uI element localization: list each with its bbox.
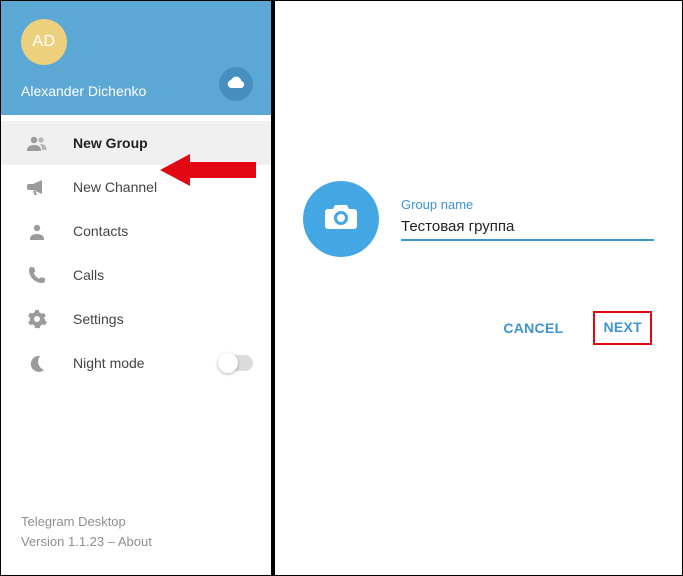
sidebar-item-new-group[interactable]: New Group [1,121,271,165]
sidebar-item-label: Calls [73,267,104,283]
sidebar-item-night-mode[interactable]: Night mode [1,341,271,385]
sidebar-footer: Telegram Desktop Version 1.1.23 – About [1,512,271,575]
megaphone-icon [25,175,49,199]
sidebar-item-label: New Group [73,135,148,151]
sidebar-item-label: New Channel [73,179,157,195]
dialog-actions: CANCEL NEXT [303,311,654,345]
group-name-field-wrap: Group name [401,197,654,241]
phone-icon [25,263,49,287]
sidebar-item-settings[interactable]: Settings [1,297,271,341]
sidebar-header: AD Alexander Dichenko [1,1,271,115]
sidebar-item-new-channel[interactable]: New Channel [1,165,271,209]
group-photo-button[interactable] [303,181,379,257]
sidebar-item-label: Night mode [73,355,145,371]
next-button[interactable]: NEXT [603,319,642,335]
sidebar-item-contacts[interactable]: Contacts [1,209,271,253]
annotation-next-highlight: NEXT [593,311,652,345]
saved-messages-button[interactable] [219,67,253,101]
group-name-label: Group name [401,197,654,212]
cloud-icon [226,75,246,94]
main-pane: Group name CANCEL NEXT [271,1,682,575]
user-name: Alexander Dichenko [21,83,251,99]
sidebar-item-label: Settings [73,311,124,327]
sidebar: AD Alexander Dichenko New Group New Ch [1,1,271,575]
contact-icon [25,219,49,243]
footer-version[interactable]: Version 1.1.23 – About [21,532,251,552]
new-group-dialog: Group name CANCEL NEXT [275,181,682,345]
group-name-input[interactable] [401,214,654,241]
sidebar-item-calls[interactable]: Calls [1,253,271,297]
night-mode-toggle[interactable] [219,355,253,371]
avatar-initials: AD [32,33,55,51]
gear-icon [25,307,49,331]
sidebar-item-label: Contacts [73,223,128,239]
sidebar-menu: New Group New Channel Contacts Calls [1,115,271,385]
moon-icon [25,351,49,375]
group-icon [25,131,49,155]
avatar[interactable]: AD [21,19,67,65]
footer-app-name: Telegram Desktop [21,512,251,532]
camera-icon [324,203,358,236]
app-window: AD Alexander Dichenko New Group New Ch [0,0,683,576]
cancel-button[interactable]: CANCEL [503,320,563,336]
